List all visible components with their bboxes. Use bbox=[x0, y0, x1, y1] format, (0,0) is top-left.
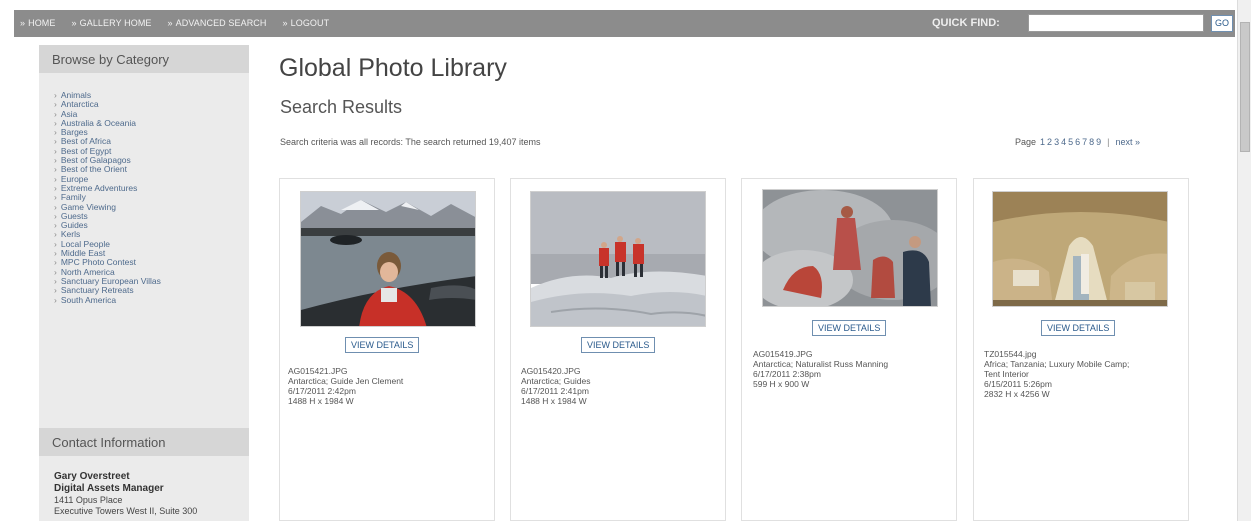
nav-home-link[interactable]: » HOME bbox=[20, 18, 56, 28]
bullet-arrow-icon: › bbox=[54, 294, 57, 305]
photo-filename: AG015421.JPG bbox=[288, 366, 348, 376]
next-page-link[interactable]: next » bbox=[1116, 137, 1141, 147]
bullet-arrow-icon: › bbox=[54, 99, 57, 110]
page-number-link[interactable]: 3 bbox=[1054, 137, 1059, 147]
photo-filename: AG015420.JPG bbox=[521, 366, 581, 376]
photo-date: 6/15/2011 5:26pm bbox=[984, 379, 1052, 389]
contact-title: Digital Assets Manager bbox=[54, 483, 164, 494]
top-nav: » HOME » GALLERY HOME » ADVANCED SEARCH » LO… bbox=[20, 18, 345, 28]
contact-address-line-2: Executive Towers West II, Suite 300 bbox=[54, 506, 198, 516]
photo-meta: AG015421.JPG Antarctica; Guide Jen Cleme… bbox=[288, 366, 403, 406]
category-label: South America bbox=[60, 294, 117, 305]
contact-address-line-1: 1411 Opus Place bbox=[54, 495, 123, 505]
quick-find-label: QUICK FIND: bbox=[932, 17, 1000, 29]
photo-card: VIEW DETAILS TZ015544.jpg Africa; Tanzan… bbox=[973, 178, 1189, 521]
nav-logout-link[interactable]: » LOGOUT bbox=[283, 18, 330, 28]
photo-thumbnail[interactable] bbox=[992, 191, 1168, 307]
photo-thumbnail[interactable] bbox=[530, 191, 706, 327]
page-number-link[interactable]: 1 bbox=[1040, 137, 1045, 147]
nav-gallery-home-link[interactable]: » GALLERY HOME bbox=[72, 18, 152, 28]
search-results-heading: Search Results bbox=[280, 97, 403, 117]
page-number-link[interactable]: 4 bbox=[1061, 137, 1066, 147]
photo-date: 6/17/2011 2:38pm bbox=[753, 369, 821, 379]
bullet-arrow-icon: › bbox=[54, 257, 57, 268]
photo-dimensions: 1488 H x 1984 W bbox=[521, 396, 587, 406]
photo-filename: TZ015544.jpg bbox=[984, 349, 1037, 359]
pagination: Page 123456789 | next » bbox=[1015, 137, 1140, 147]
bullet-arrow-icon: › bbox=[54, 164, 57, 175]
photo-meta: AG015420.JPG Antarctica; Guides 6/17/201… bbox=[521, 366, 590, 406]
bullet-arrow-icon: › bbox=[54, 192, 57, 203]
photo-thumbnail[interactable] bbox=[762, 189, 938, 307]
page-number-link[interactable]: 2 bbox=[1047, 137, 1052, 147]
photo-date: 6/17/2011 2:42pm bbox=[288, 386, 356, 396]
bullet-arrow-icon: › bbox=[54, 285, 57, 296]
category-link[interactable]: › South America bbox=[54, 294, 249, 305]
photo-filename: AG015419.JPG bbox=[753, 349, 813, 359]
quick-find-go-button[interactable]: GO bbox=[1211, 15, 1233, 32]
contact-name: Gary Overstreet bbox=[54, 471, 130, 482]
photo-card: VIEW DETAILS AG015420.JPG Antarctica; Gu… bbox=[510, 178, 726, 521]
page-label: Page bbox=[1015, 137, 1037, 147]
photo-dimensions: 599 H x 900 W bbox=[753, 379, 810, 389]
photo-dimensions: 1488 H x 1984 W bbox=[288, 396, 354, 406]
page-title: Global Photo Library bbox=[279, 54, 507, 82]
view-details-button[interactable]: VIEW DETAILS bbox=[345, 337, 420, 353]
contact-information-heading: Contact Information bbox=[39, 428, 249, 456]
page-number-link[interactable]: 7 bbox=[1082, 137, 1087, 147]
pager-separator: | bbox=[1107, 137, 1110, 147]
top-nav-bar: » HOME » GALLERY HOME » ADVANCED SEARCH » LO… bbox=[14, 10, 1235, 37]
scrollbar-thumb[interactable] bbox=[1240, 22, 1250, 152]
quick-find-input[interactable] bbox=[1028, 14, 1204, 32]
category-link[interactable]: › Guides bbox=[54, 221, 249, 230]
bullet-arrow-icon: › bbox=[54, 136, 57, 147]
photo-caption: Africa; Tanzania; Luxury Mobile Camp; bbox=[984, 359, 1130, 369]
photo-thumbnail[interactable] bbox=[300, 191, 476, 327]
category-list: › Animals › Antarctica › Asia › Australia & Oce… bbox=[39, 73, 249, 305]
photo-meta: TZ015544.jpg Africa; Tanzania; Luxury Mo… bbox=[984, 349, 1129, 399]
photo-card: VIEW DETAILS AG015419.JPG Antarctica; Na… bbox=[741, 178, 957, 521]
view-details-button[interactable]: VIEW DETAILS bbox=[1041, 320, 1116, 336]
browse-by-category-heading: Browse by Category bbox=[39, 45, 249, 73]
photo-dimensions: 2832 H x 4256 W bbox=[984, 389, 1050, 399]
nav-advanced-search-link[interactable]: » ADVANCED SEARCH bbox=[168, 18, 267, 28]
photo-caption: Antarctica; Guide Jen Clement bbox=[288, 376, 404, 386]
photo-meta: AG015419.JPG Antarctica; Naturalist Russ… bbox=[753, 349, 888, 389]
view-details-button[interactable]: VIEW DETAILS bbox=[581, 337, 656, 353]
bullet-arrow-icon: › bbox=[54, 229, 57, 240]
page-number-link[interactable]: 5 bbox=[1068, 137, 1073, 147]
page-number-link[interactable]: 8 bbox=[1089, 137, 1094, 147]
photo-caption-line-2: Tent Interior bbox=[984, 369, 1029, 379]
sidebar: Browse by Category › Animals › Antarctica › A… bbox=[39, 45, 249, 521]
photo-caption: Antarctica; Naturalist Russ Manning bbox=[753, 359, 889, 369]
page-number-link[interactable]: 9 bbox=[1096, 137, 1101, 147]
page-number-list: 123456789 bbox=[1038, 137, 1101, 147]
photo-card: VIEW DETAILS AG015421.JPG Antarctica; Gu… bbox=[279, 178, 495, 521]
category-link[interactable]: › Antarctica bbox=[54, 100, 249, 109]
page-number-link[interactable]: 6 bbox=[1075, 137, 1080, 147]
contact-block: Gary Overstreet Digital Assets Manager 1… bbox=[54, 471, 244, 517]
view-details-button[interactable]: VIEW DETAILS bbox=[812, 320, 887, 336]
photo-caption: Antarctica; Guides bbox=[521, 376, 591, 386]
photo-date: 6/17/2011 2:41pm bbox=[521, 386, 589, 396]
search-criteria-text: Search criteria was all records: The sea… bbox=[280, 137, 541, 147]
page-scrollbar[interactable] bbox=[1237, 0, 1251, 521]
